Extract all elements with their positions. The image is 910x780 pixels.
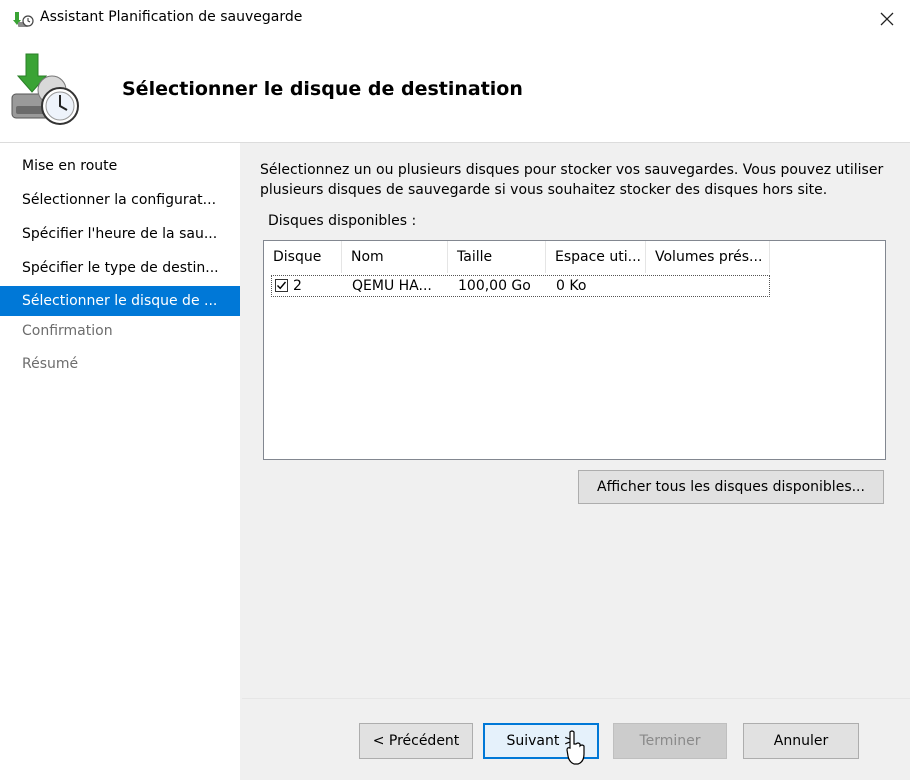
nav-step-heure[interactable]: Spécifier l'heure de la sau... [0,219,240,249]
nav-step-confirmation: Confirmation [22,323,113,339]
mouse-pointer-icon [566,730,585,765]
cell-espace: 0 Ko [556,278,587,294]
instructions-text: Sélectionnez un ou plusieurs disques pou… [260,162,884,198]
column-volumes[interactable]: Volumes prés... [646,241,770,273]
cancel-button[interactable]: Annuler [743,723,859,759]
nav-step-resume: Résumé [22,356,79,372]
nav-step-configuration[interactable]: Sélectionner la configurat... [0,185,240,215]
cell-disque: 2 [293,278,302,294]
page-heading: Sélectionner le disque de destination [122,78,523,100]
checkmark-icon [276,281,287,290]
column-espace[interactable]: Espace uti... [546,241,646,273]
nav-step-mise-en-route[interactable]: Mise en route [0,151,240,181]
title-bar: Assistant Planification de sauvegarde [0,0,910,38]
backup-disk-clock-icon [8,50,84,130]
disks-list-header: Disque Nom Taille Espace uti... Volumes … [264,241,885,273]
available-disks-label: Disques disponibles : [268,213,417,229]
table-row[interactable]: 2 QEMU HA... 100,00 Go 0 Ko [271,275,770,297]
show-all-disks-button[interactable]: Afficher tous les disques disponibles... [578,470,884,504]
wizard-steps-nav: Mise en route Sélectionner la configurat… [0,143,240,780]
disks-list[interactable]: Disque Nom Taille Espace uti... Volumes … [263,240,886,460]
window-title: Assistant Planification de sauvegarde [40,9,303,25]
nav-step-type-destination[interactable]: Spécifier le type de destin... [0,253,240,283]
nav-step-disque-destination[interactable]: Sélectionner le disque de ... [0,286,240,316]
previous-button[interactable]: < Précédent [359,723,473,759]
column-disque[interactable]: Disque [264,241,342,273]
cell-taille: 100,00 Go [458,278,531,294]
wizard-header: Sélectionner le disque de destination [0,38,910,143]
wizard-window: Assistant Planification de sauvegarde Sé… [0,0,910,780]
close-icon [880,12,894,26]
disk-checkbox[interactable] [275,279,288,292]
backup-schedule-icon [12,10,34,28]
cell-nom: QEMU HA... [352,278,432,294]
footer-divider [242,698,910,699]
column-taille[interactable]: Taille [448,241,546,273]
wizard-content: Sélectionnez un ou plusieurs disques pou… [242,143,910,780]
close-button[interactable] [864,0,910,38]
column-nom[interactable]: Nom [342,241,448,273]
finish-button: Terminer [613,723,727,759]
